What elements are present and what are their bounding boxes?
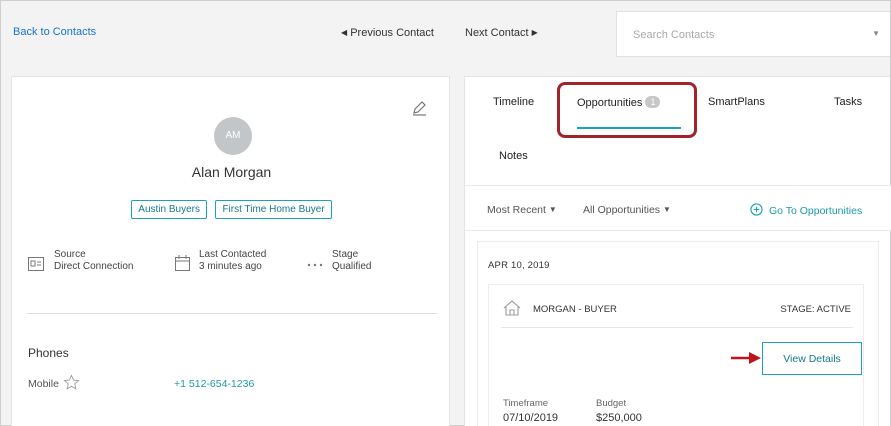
previous-contact-button[interactable]: ◀ Previous Contact <box>341 27 434 39</box>
sort-dropdown-label: Most Recent <box>487 204 546 216</box>
tab-notes[interactable]: Notes <box>499 150 528 162</box>
opportunity-name: MORGAN - BUYER <box>533 304 617 315</box>
timeframe-value: 07/10/2019 <box>503 412 559 424</box>
plus-circle-icon <box>750 203 763 216</box>
tag-list: Austin Buyers First Time Home Buyer <box>12 199 451 219</box>
activity-panel: Timeline Opportunities 1 SmartPlans Tasks… <box>464 76 891 426</box>
opportunity-list: APR 10, 2019 MORGAN - BUYER STAGE: ACTIV… <box>477 241 879 426</box>
stage-label: Stage <box>332 249 359 260</box>
search-contacts-box: ▼ <box>616 11 890 57</box>
stage-info: Stage Qualified <box>332 249 371 273</box>
caret-down-icon: ▼ <box>662 205 671 214</box>
next-contact-button[interactable]: Next Contact ▶ <box>465 27 538 39</box>
back-to-contacts-link[interactable]: Back to Contacts <box>13 26 96 38</box>
top-bar: Back to Contacts ◀ Previous Contact Next… <box>1 1 890 63</box>
scope-dropdown[interactable]: All Opportunities ▼ <box>583 204 671 216</box>
opportunity-date: APR 10, 2019 <box>488 260 550 271</box>
opportunity-card: MORGAN - BUYER STAGE: ACTIVE View Detail… <box>488 284 864 426</box>
arrow-right-icon <box>731 352 761 364</box>
last-contacted-label: Last Contacted <box>199 249 267 260</box>
phone-type-label: Mobile <box>28 378 59 390</box>
search-contacts-input[interactable] <box>633 26 853 44</box>
go-to-opportunities-link[interactable]: Go To Opportunities <box>750 203 862 217</box>
contact-name: Alan Morgan <box>191 164 272 180</box>
go-to-opportunities-label: Go To Opportunities <box>769 205 863 217</box>
source-label: Source <box>54 249 86 260</box>
view-details-button[interactable]: View Details <box>762 342 862 375</box>
tag-first-time-home-buyer[interactable]: First Time Home Buyer <box>215 200 332 219</box>
previous-contact-label: Previous Contact <box>350 27 434 39</box>
caret-down-icon: ▼ <box>548 205 557 214</box>
section-divider <box>27 313 437 314</box>
timeframe-label: Timeframe <box>503 398 549 409</box>
opportunity-stage: STAGE: ACTIVE <box>780 304 851 315</box>
card-divider <box>501 327 853 328</box>
calendar-icon <box>175 255 190 271</box>
avatar: AM <box>214 117 252 155</box>
star-icon[interactable] <box>63 374 80 391</box>
stage-value: Qualified <box>332 261 372 272</box>
phones-heading: Phones <box>28 346 69 360</box>
last-contacted-info: Last Contacted 3 minutes ago <box>199 249 266 273</box>
caret-left-icon: ◀ <box>341 28 348 37</box>
next-contact-label: Next Contact <box>465 27 529 39</box>
id-card-icon <box>28 257 44 271</box>
caret-right-icon: ▶ <box>531 28 538 37</box>
pencil-icon[interactable] <box>410 99 428 117</box>
scope-dropdown-label: All Opportunities <box>583 204 661 216</box>
house-icon <box>503 300 521 316</box>
highlight-annotation <box>557 82 697 138</box>
tag-austin-buyers[interactable]: Austin Buyers <box>131 200 207 219</box>
tab-timeline[interactable]: Timeline <box>493 96 534 108</box>
phone-number-link[interactable]: +1 512-654-1236 <box>174 378 254 390</box>
tab-tasks[interactable]: Tasks <box>834 96 862 108</box>
source-info: Source Direct Connection <box>54 249 133 273</box>
source-value: Direct Connection <box>54 261 134 272</box>
budget-value: $250,000 <box>596 412 642 424</box>
sort-dropdown[interactable]: Most Recent ▼ <box>487 204 557 216</box>
filter-bar: Most Recent ▼ All Opportunities ▼ Go To … <box>465 185 891 231</box>
last-contacted-value: 3 minutes ago <box>199 261 262 272</box>
tab-smartplans[interactable]: SmartPlans <box>708 96 765 108</box>
more-dots-icon <box>307 263 323 267</box>
contact-details-panel: AM Alan Morgan Austin Buyers First Time … <box>11 76 450 426</box>
chevron-down-icon[interactable]: ▼ <box>872 29 880 38</box>
budget-label: Budget <box>596 398 627 409</box>
